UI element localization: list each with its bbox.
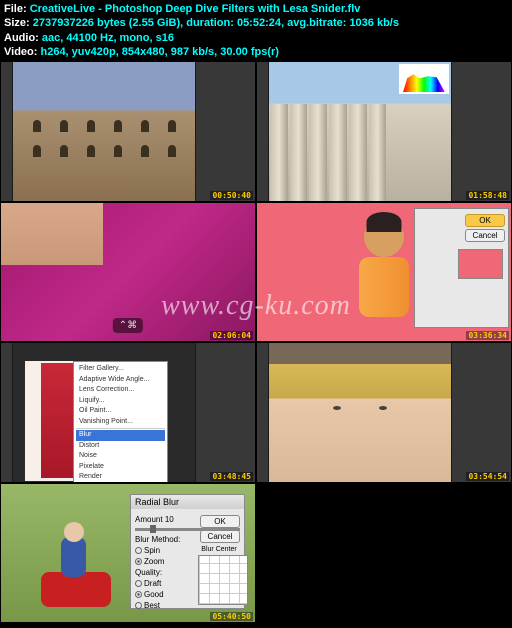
thumb-fabric: ⌃⌘ 02:06:04 <box>0 202 256 343</box>
video-label: Video: <box>4 46 37 58</box>
size-value: 2737937226 bytes (2.55 GiB), duration: 0… <box>33 17 399 29</box>
amount-slider[interactable] <box>135 528 240 531</box>
keyboard-shortcut: ⌃⌘ <box>113 318 143 333</box>
size-label: Size: <box>4 17 30 29</box>
timecode: 01:58:48 <box>466 191 509 200</box>
thumb-portrait: 03:54:54 <box>256 342 512 483</box>
thumb-radial-blur: Radial Blur OK Cancel Blur Center Amount… <box>0 483 256 624</box>
ok-button[interactable]: OK <box>465 214 505 227</box>
preview-thumb <box>458 249 503 279</box>
timecode: 03:48:45 <box>210 472 253 481</box>
histogram-panel <box>399 64 449 94</box>
timecode: 03:54:54 <box>466 472 509 481</box>
video-value: h264, yuv420p, 854x480, 987 kb/s, 30.00 … <box>40 46 278 58</box>
draft-radio[interactable] <box>135 580 142 587</box>
radial-blur-dialog: Radial Blur OK Cancel Blur Center Amount… <box>130 494 245 609</box>
timecode: 02:06:04 <box>210 331 253 340</box>
thumb-superhero: OK Cancel 03:36:34 <box>256 202 512 343</box>
timecode: 00:50:40 <box>210 191 253 200</box>
timecode: 03:36:34 <box>466 331 509 340</box>
audio-label: Audio: <box>4 32 39 44</box>
media-info-header: File: CreativeLive - Photoshop Deep Dive… <box>0 0 512 61</box>
zoom-radio[interactable] <box>135 558 142 565</box>
cancel-button[interactable]: Cancel <box>465 229 505 242</box>
blur-center-grid[interactable] <box>198 555 248 605</box>
file-value: CreativeLive - Photoshop Deep Dive Filte… <box>30 3 361 15</box>
file-label: File: <box>4 3 27 15</box>
good-radio[interactable] <box>135 591 142 598</box>
dialog-title: Radial Blur <box>131 495 244 509</box>
thumbnail-grid: 00:50:40 01:58:48 ⌃⌘ 02:06:04 OK Cancel <box>0 61 512 623</box>
timecode: 05:40:50 <box>210 612 253 621</box>
thumb-empty <box>256 483 512 624</box>
best-radio[interactable] <box>135 602 142 609</box>
spin-radio[interactable] <box>135 547 142 554</box>
audio-value: aac, 44100 Hz, mono, s16 <box>42 32 174 44</box>
color-range-dialog: OK Cancel <box>414 208 509 328</box>
filter-menu[interactable]: Filter Gallery... Adaptive Wide Angle...… <box>73 361 168 483</box>
thumb-vatican: 01:58:48 <box>256 61 512 202</box>
thumb-colosseum: 00:50:40 <box>0 61 256 202</box>
cancel-button[interactable]: Cancel <box>200 530 240 543</box>
thumb-filter-menu: Filter Gallery... Adaptive Wide Angle...… <box>0 342 256 483</box>
ok-button[interactable]: OK <box>200 515 240 528</box>
